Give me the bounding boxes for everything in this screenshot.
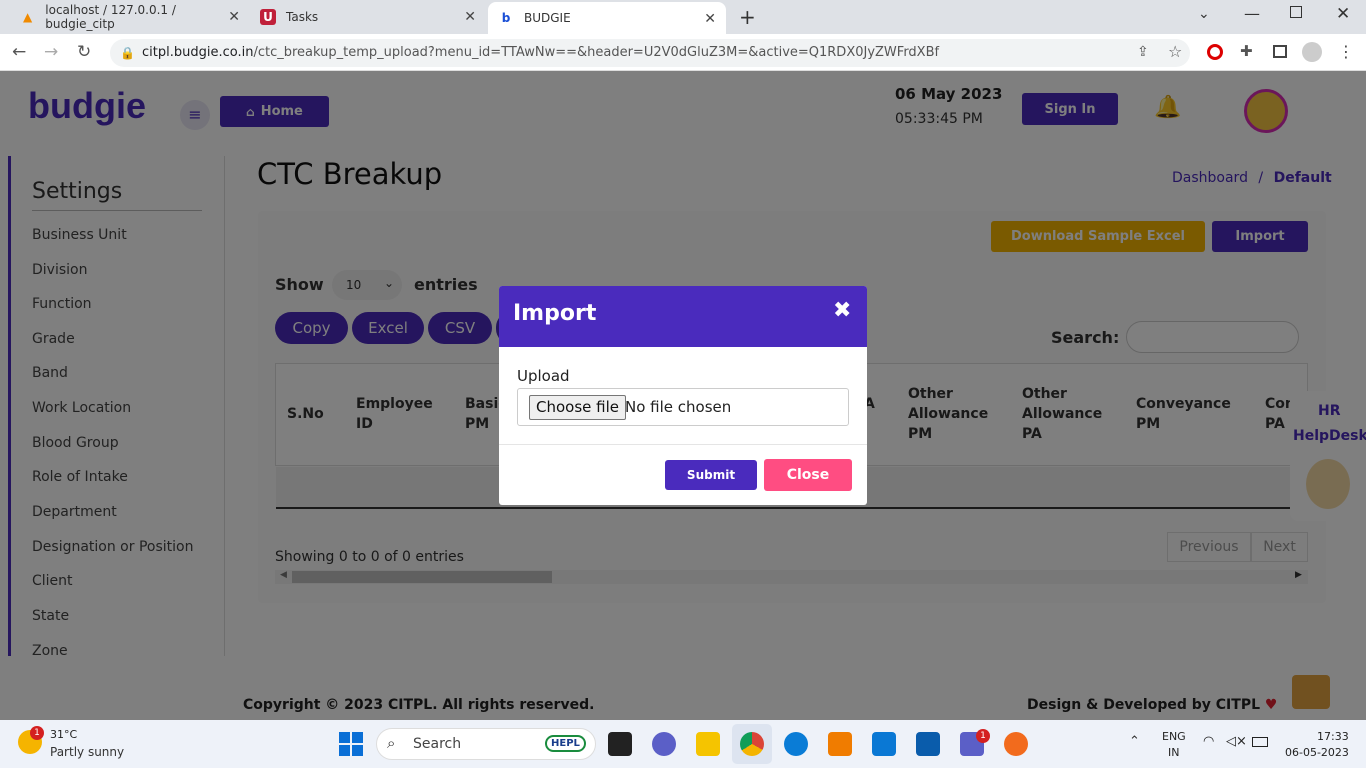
share-icon[interactable]: ⇪ — [1137, 44, 1149, 60]
budgie-favicon: b — [501, 11, 511, 25]
reload-icon[interactable]: ↻ — [77, 42, 91, 62]
side-panel-icon[interactable] — [1273, 45, 1287, 58]
modal-footer-divider — [499, 444, 867, 445]
outlook-icon[interactable] — [916, 732, 940, 756]
upload-label: Upload — [517, 367, 570, 385]
search-icon: ⌕ — [387, 734, 396, 752]
vscode-icon[interactable] — [872, 732, 896, 756]
xampp-icon[interactable] — [828, 732, 852, 756]
phpmyadmin-icon: ▲ — [23, 10, 33, 24]
chrome-icon[interactable] — [740, 732, 764, 756]
browser-tab-budgie[interactable]: b BUDGIE ✕ — [488, 2, 726, 34]
minimize-button[interactable]: — — [1244, 4, 1260, 23]
close-button[interactable]: Close — [764, 459, 852, 491]
tab-title: BUDGIE — [524, 11, 571, 25]
clock-time[interactable]: 17:33 — [1317, 730, 1349, 743]
weather-badge: 1 — [30, 726, 44, 740]
menu-kebab-icon[interactable]: ⋮ — [1338, 42, 1354, 61]
bookmark-star-icon[interactable]: ☆ — [1168, 42, 1182, 61]
hepl-badge: HEPL — [545, 735, 586, 752]
weather-temp: 31°C — [50, 728, 78, 741]
tasks-icon: U — [260, 9, 276, 25]
wifi-icon[interactable]: ◠ — [1203, 734, 1214, 749]
taskbar-search-input[interactable]: ⌕ Search HEPL — [376, 728, 596, 760]
windows-start-icon[interactable] — [339, 732, 363, 756]
edge-icon[interactable] — [784, 732, 808, 756]
file-explorer-icon[interactable] — [696, 732, 720, 756]
url-input[interactable]: 🔒 citpl.budgie.co.in/ctc_breakup_temp_up… — [110, 39, 1190, 67]
chat-icon[interactable] — [652, 732, 676, 756]
browser-tab-phpmyadmin[interactable]: ▲ localhost / 127.0.0.1 / budgie_citp ✕ — [10, 0, 250, 34]
url-domain: citpl.budgie.co.in — [142, 45, 254, 60]
close-tab-icon[interactable]: ✕ — [704, 11, 716, 27]
url-path: /ctc_breakup_temp_upload?menu_id=TTAwNw=… — [253, 45, 940, 60]
modal-title: Import — [513, 301, 597, 326]
task-view-icon[interactable] — [608, 732, 632, 756]
new-tab-button[interactable]: + — [739, 5, 756, 29]
tab-title: localhost / 127.0.0.1 / budgie_citp — [45, 3, 176, 31]
close-window-button[interactable]: ✕ — [1336, 4, 1350, 24]
volume-mute-icon[interactable]: ◁× — [1226, 734, 1247, 749]
windows-taskbar: 1 31°C Partly sunny ⌕ Search HEPL — [0, 720, 1366, 768]
browser-tab-tasks[interactable]: U Tasks ✕ — [250, 0, 486, 34]
teams-badge: 1 — [976, 729, 990, 743]
lang-line2[interactable]: IN — [1168, 746, 1179, 759]
browser-tab-bar: ▲ localhost / 127.0.0.1 / budgie_citp ✕ … — [0, 0, 1366, 34]
import-modal: Import ✖ Upload Choose file No file chos… — [499, 286, 867, 505]
extension-icon[interactable] — [1207, 44, 1223, 60]
lang-line1[interactable]: ENG — [1162, 730, 1186, 743]
tab-title: Tasks — [286, 10, 319, 24]
file-input[interactable]: Choose file No file chosen — [517, 388, 849, 426]
file-status-text: No file chosen — [625, 398, 732, 416]
tab-search-icon[interactable]: ⌄ — [1198, 6, 1210, 22]
battery-icon[interactable] — [1252, 737, 1268, 747]
clock-date[interactable]: 06-05-2023 — [1285, 746, 1349, 759]
forward-icon[interactable]: → — [44, 42, 58, 62]
close-tab-icon[interactable]: ✕ — [228, 9, 240, 25]
profile-avatar-icon[interactable] — [1302, 42, 1322, 62]
maximize-button[interactable] — [1290, 6, 1302, 18]
weather-desc: Partly sunny — [50, 745, 125, 759]
back-icon[interactable]: ← — [12, 42, 26, 62]
chevron-up-icon[interactable]: ⌃ — [1129, 734, 1140, 749]
choose-file-button[interactable]: Choose file — [529, 395, 626, 420]
close-tab-icon[interactable]: ✕ — [464, 9, 476, 25]
modal-header: Import ✖ — [499, 286, 867, 347]
app-icon[interactable] — [1004, 732, 1028, 756]
puzzle-icon[interactable]: ✚ — [1240, 42, 1253, 60]
submit-button[interactable]: Submit — [665, 460, 757, 490]
close-modal-icon[interactable]: ✖ — [833, 298, 851, 323]
lock-icon: 🔒 — [120, 46, 135, 60]
